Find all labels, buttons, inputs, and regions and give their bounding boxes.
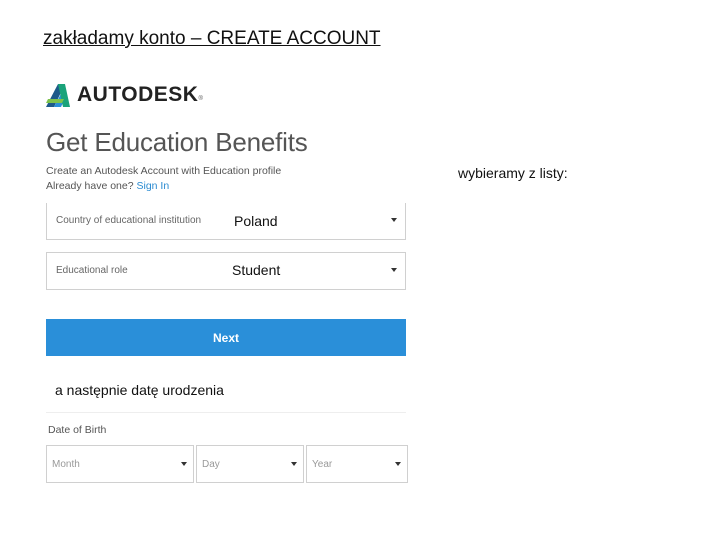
role-label: Educational role	[56, 265, 128, 276]
dob-year-select[interactable]: Year	[306, 445, 408, 483]
country-select[interactable]: Country of educational institution Polan…	[46, 203, 406, 240]
already-have-account: Already have one? Sign In	[46, 180, 169, 192]
educational-role-select[interactable]: Educational role Student	[46, 252, 406, 290]
caret-down-icon	[391, 218, 397, 222]
caret-down-icon	[181, 462, 187, 466]
country-label: Country of educational institution	[56, 215, 202, 226]
slide-title: zakładamy konto – CREATE ACCOUNT	[43, 28, 381, 49]
annotation-choose-list: wybieramy z listy:	[458, 165, 568, 181]
month-placeholder: Month	[52, 459, 80, 470]
page-subtitle: Create an Autodesk Account with Educatio…	[46, 165, 282, 177]
autodesk-a-icon	[46, 84, 70, 107]
page-heading: Get Education Benefits	[46, 127, 308, 157]
year-placeholder: Year	[312, 459, 333, 470]
role-value: Student	[232, 262, 281, 278]
sign-in-link[interactable]: Sign In	[137, 180, 170, 192]
logo-trademark: ®	[198, 96, 203, 102]
caret-down-icon	[391, 268, 397, 272]
caret-down-icon	[395, 462, 401, 466]
annotation-birthdate: a następnie datę urodzenia	[55, 382, 224, 398]
country-value: Poland	[234, 213, 278, 229]
day-placeholder: Day	[202, 459, 220, 470]
dob-day-select[interactable]: Day	[196, 445, 304, 483]
dob-month-select[interactable]: Month	[46, 445, 194, 483]
autodesk-logo: AUTODESK ®	[45, 82, 203, 108]
logo-wordmark: AUTODESK	[77, 83, 199, 106]
caret-down-icon	[291, 462, 297, 466]
next-button[interactable]: Next	[46, 319, 406, 356]
already-text: Already have one?	[46, 180, 134, 192]
dob-label: Date of Birth	[48, 424, 107, 436]
